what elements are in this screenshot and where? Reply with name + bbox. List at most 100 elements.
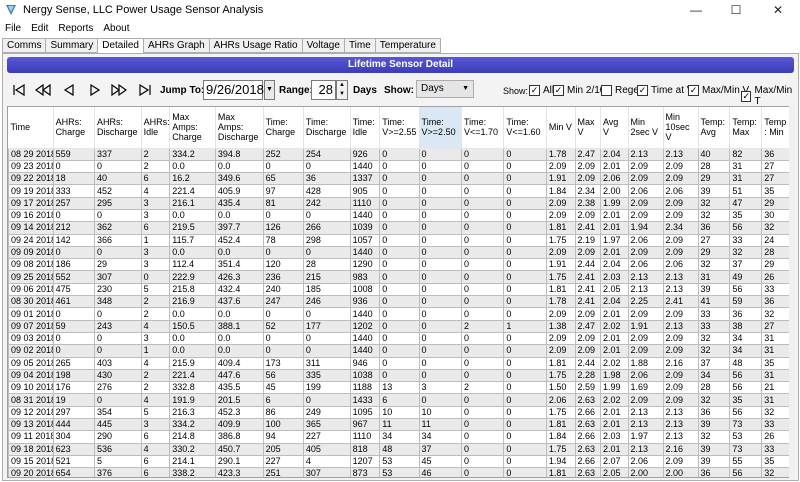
table-cell: 19 xyxy=(52,393,95,407)
check-min-2-10[interactable]: ✓ Min 2/10 xyxy=(553,85,605,96)
table-row[interactable]: 09 22 2018 18 40 6 16.2 349.6 65 36 1337 0 0 0 0 1.91… xyxy=(8,172,789,186)
table-row[interactable]: 09 17 2018 257 295 3 216.1 435.4 81 242 1110 0 0 0 0… xyxy=(8,196,789,210)
menu-edit[interactable]: Edit xyxy=(26,23,53,34)
table-cell: 432.4 xyxy=(214,282,264,297)
table-cell: 5 xyxy=(140,282,171,297)
table-row[interactable]: 09 06 2018 475 230 5 215.8 432.4 240 185 1008 0 0 0… xyxy=(8,282,789,297)
column-header[interactable]: Min 2sec V xyxy=(628,107,664,149)
check-max-min-t[interactable]: ✓ Max/Min T xyxy=(741,85,798,107)
table-cell: 0 xyxy=(503,147,547,161)
tab-voltage[interactable]: Voltage xyxy=(301,38,345,53)
tab-ahrs-usage-ratio[interactable]: AHRs Usage Ratio xyxy=(208,38,303,53)
table-cell: 0 xyxy=(460,184,505,198)
range-input[interactable]: 28 xyxy=(311,80,336,100)
column-header[interactable]: Temp : Min xyxy=(761,107,789,149)
rewind-icon[interactable] xyxy=(33,82,53,98)
table-cell: 214.8 xyxy=(169,430,216,444)
date-dropdown-icon[interactable]: ▼ xyxy=(264,80,275,100)
check-time-at-v[interactable]: ✓ Time at V xyxy=(637,85,693,96)
tab-ahrs-graph[interactable]: AHRs Graph xyxy=(142,38,210,53)
table-row[interactable]: 09 04 2018 198 430 2 221.4 447.6 56 335 1038 0 0 0 0… xyxy=(8,368,789,383)
tab-comms[interactable]: Comms xyxy=(2,38,47,53)
column-header[interactable]: Time: V<=1.70 xyxy=(461,107,505,149)
column-header[interactable]: Temp: Max xyxy=(729,107,763,149)
table-row[interactable]: 09 07 2018 59 243 4 150.5 388.1 52 177 1202 0 0 2 1 1… xyxy=(8,319,789,333)
vertical-scrollbar[interactable] xyxy=(789,106,795,478)
column-header[interactable]: Time: Charge xyxy=(263,107,304,149)
table-cell: 11 xyxy=(418,418,462,432)
last-icon[interactable] xyxy=(135,82,155,98)
table-cell: 2.09 xyxy=(574,172,601,186)
table-cell: 0 xyxy=(503,184,547,198)
check-all[interactable]: ✓ All xyxy=(529,85,554,96)
fast-forward-icon[interactable] xyxy=(109,82,129,98)
column-header[interactable]: Time: Discharge xyxy=(303,107,351,149)
column-header[interactable]: Avg V xyxy=(600,107,629,149)
table-cell: 2.13 xyxy=(662,282,699,297)
previous-icon[interactable] xyxy=(59,82,79,98)
column-header[interactable]: Time xyxy=(8,107,54,149)
column-header[interactable]: Temp: Avg xyxy=(698,107,731,149)
table-row[interactable]: 08 29 2018 559 337 2 334.2 394.8 252 254 926 0 0 0 0… xyxy=(8,147,789,161)
table-row[interactable]: 08 30 2018 461 348 2 216.9 437.6 247 246 936 0 0 0 0… xyxy=(8,295,789,309)
table-row[interactable]: 09 01 2018 0 0 2 0.0 0.0 0 0 1440 0 0 0 0 2.09 2.09 2.0… xyxy=(8,307,789,321)
table-cell: 2.09 xyxy=(662,172,699,186)
table-row[interactable]: 09 18 2018 623 536 4 330.2 450.7 205 405 818 48 37… xyxy=(8,442,789,456)
table-row[interactable]: 09 03 2018 0 0 3 0.0 0.0 0 0 1440 0 0 0 0 2.09 2.09 2.0… xyxy=(8,331,789,346)
table-row[interactable]: 08 31 2018 19 0 4 191.9 201.5 6 0 1433 6 0 0 0 2.06 2.… xyxy=(8,393,789,407)
column-header[interactable]: Max V xyxy=(575,107,601,149)
minimize-button[interactable]: — xyxy=(676,0,716,20)
table-row[interactable]: 09 25 2018 552 307 0 222.9 426.3 236 215 983 0 0 0 0… xyxy=(8,270,789,284)
tab-detailed[interactable]: Detailed xyxy=(97,38,144,54)
table-cell: 120 xyxy=(262,258,304,272)
menu-reports[interactable]: Reports xyxy=(53,23,98,34)
table-row[interactable]: 09 10 2018 176 276 2 332.8 435.5 45 199 1188 13 3 2… xyxy=(8,381,789,395)
table-row[interactable]: 09 20 2018 654 376 6 338.2 423.3 251 307 873 53 46… xyxy=(8,467,789,477)
detail-grid[interactable]: Time AHRs: Charge AHRs: Discharge AHRs: Idl… xyxy=(7,106,790,478)
table-row[interactable]: 09 08 2018 186 29 3 112.4 351.4 120 28 1290 0 0 0 0 1… xyxy=(8,258,789,272)
first-icon[interactable] xyxy=(9,82,29,98)
column-header[interactable]: Min 10sec V xyxy=(663,107,699,149)
tab-temperature[interactable]: Temperature xyxy=(374,38,441,53)
table-row[interactable]: 09 24 2018 142 366 1 115.7 452.4 78 298 1057 0 0 0 0… xyxy=(8,233,789,247)
maximize-button[interactable]: ☐ xyxy=(716,0,756,20)
table-cell: 452.3 xyxy=(214,405,264,420)
column-header[interactable]: Time: V>=2.50 xyxy=(419,107,462,149)
column-header[interactable]: Time: V>=2.55 xyxy=(379,107,420,149)
table-row[interactable]: 09 23 2018 0 0 2 0.0 0.0 0 0 1440 0 0 0 0 2.09 2.09 2.0… xyxy=(8,159,789,174)
table-cell: 2.13 xyxy=(662,430,699,444)
table-row[interactable]: 09 15 2018 521 5 6 214.1 290.1 227 4 1207 53 45 0 0 1… xyxy=(8,454,789,469)
table-row[interactable]: 09 05 2018 265 403 4 215.9 409.4 173 311 946 0 0 0 0… xyxy=(8,356,789,370)
close-button[interactable]: ✕ xyxy=(758,0,798,20)
column-header[interactable]: Time: Idle xyxy=(350,107,381,149)
table-row[interactable]: 09 19 2018 333 452 4 221.4 405.9 97 428 905 0 0 0 0 1… xyxy=(8,184,789,198)
jump-date-input[interactable]: 9/26/2018 xyxy=(203,80,264,100)
table-row[interactable]: 09 16 2018 0 0 3 0.0 0.0 0 0 1440 0 0 0 0 2.09 2.09 2.0… xyxy=(8,208,789,223)
menu-file[interactable]: File xyxy=(0,23,26,34)
column-header[interactable]: AHRs: Discharge xyxy=(94,107,142,149)
table-cell: 0.0 xyxy=(169,344,216,358)
column-header[interactable]: Max Amps: Charge xyxy=(169,107,216,149)
table-cell: 36 xyxy=(729,307,763,321)
tab-summary[interactable]: Summary xyxy=(45,38,99,53)
table-row[interactable]: 09 02 2018 0 0 1 0.0 0.0 0 0 1440 0 0 0 0 2.09 2.09 2.0… xyxy=(8,344,789,358)
column-header[interactable]: AHRs: Charge xyxy=(53,107,95,149)
range-spinner-icon[interactable]: ▲ ▼ xyxy=(336,80,348,100)
tab-time[interactable]: Time xyxy=(343,38,376,53)
table-cell: 0 xyxy=(460,282,505,297)
column-header[interactable]: Max Amps: Discharge xyxy=(215,107,264,149)
table-row[interactable]: 09 12 2018 297 354 5 216.3 452.3 86 249 1095 10 10… xyxy=(8,405,789,420)
table-cell: 2.01 xyxy=(599,221,629,235)
table-row[interactable]: 09 14 2018 212 362 6 219.5 397.7 126 266 1039 0 0 0… xyxy=(8,221,789,235)
column-header[interactable]: Min V xyxy=(546,107,576,149)
table-row[interactable]: 09 13 2018 444 445 3 334.2 409.9 100 365 967 11 11… xyxy=(8,418,789,432)
table-cell: 2 xyxy=(460,381,505,395)
column-header[interactable]: Time: V<=1.60 xyxy=(503,107,547,149)
menu-about[interactable]: About xyxy=(98,23,134,34)
table-row[interactable]: 09 09 2018 0 0 3 0.0 0.0 0 0 1440 0 0 0 0 2.09 2.09 2.0… xyxy=(8,245,789,260)
table-row[interactable]: 09 11 2018 304 290 6 214.8 386.8 94 227 1110 34 34… xyxy=(8,430,789,444)
column-header[interactable]: AHRs: Idle xyxy=(141,107,171,149)
next-icon[interactable] xyxy=(85,82,105,98)
table-cell: 37 xyxy=(697,356,731,370)
show-select[interactable]: Days ▼ xyxy=(416,80,474,98)
